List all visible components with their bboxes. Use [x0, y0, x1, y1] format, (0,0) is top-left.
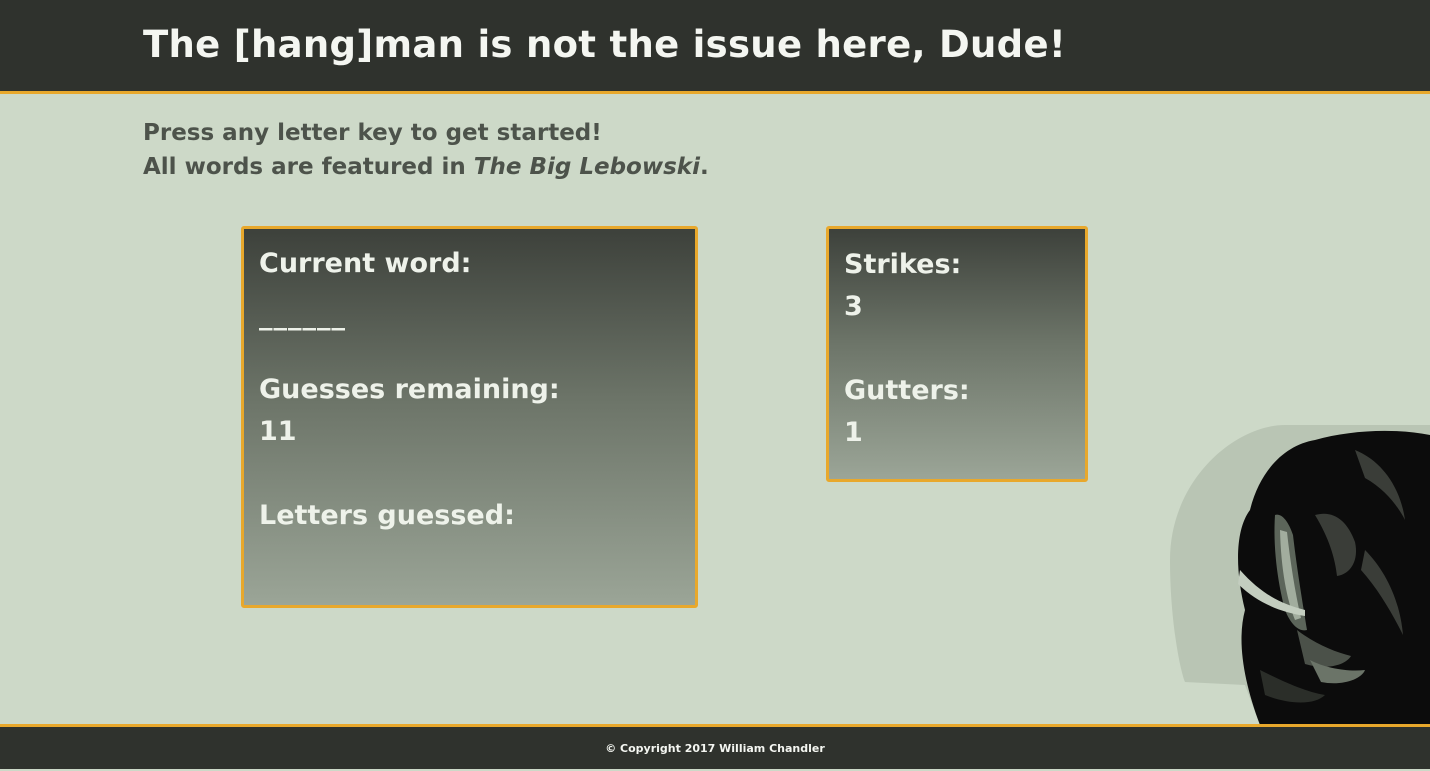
word-panel: Current word: ______ Guesses remaining: … — [241, 226, 698, 608]
gutters-value: 1 — [844, 417, 863, 448]
strikes-value: 3 — [844, 291, 863, 322]
movie-line-prefix: All words are featured in — [143, 154, 474, 180]
guesses-remaining-label: Guesses remaining: — [259, 374, 560, 405]
page-title: The [hang]man is not the issue here, Dud… — [143, 23, 1067, 66]
movie-line-suffix: . — [699, 154, 709, 180]
page-header: The [hang]man is not the issue here, Dud… — [0, 0, 1430, 94]
instructions-line: Press any letter key to get started! — [143, 120, 602, 146]
movie-line: All words are featured in The Big Lebows… — [143, 150, 709, 184]
stats-panel: Strikes: 3 Gutters: 1 — [826, 226, 1088, 482]
current-word-label: Current word: — [259, 248, 472, 279]
movie-title: The Big Lebowski — [473, 154, 700, 180]
page-footer: © Copyright 2017 William Chandler — [0, 724, 1430, 769]
gutters-label: Gutters: — [844, 375, 970, 406]
current-word-value: ______ — [259, 300, 346, 331]
dude-silhouette-icon — [1165, 420, 1430, 725]
copyright-text: © Copyright 2017 William Chandler — [605, 742, 825, 755]
strikes-label: Strikes: — [844, 249, 962, 280]
letters-guessed-label: Letters guessed: — [259, 500, 515, 531]
guesses-remaining-value: 11 — [259, 416, 297, 447]
intro-text: Press any letter key to get started! All… — [143, 116, 709, 184]
